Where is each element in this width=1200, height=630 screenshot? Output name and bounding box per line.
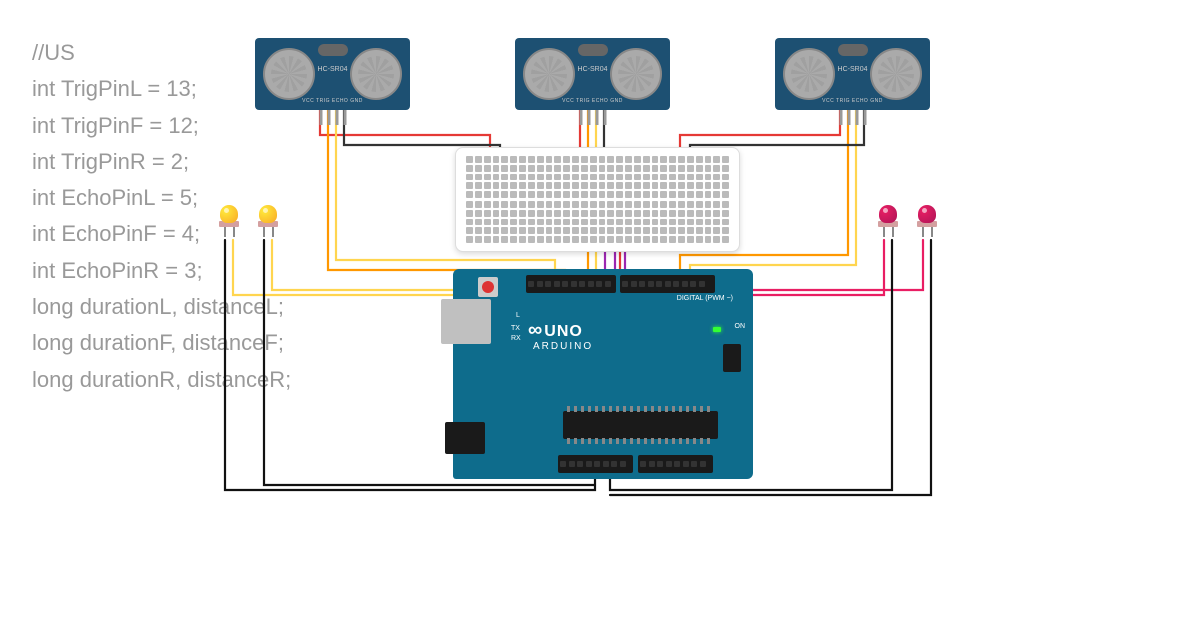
led-magenta-2[interactable] bbox=[918, 205, 936, 231]
crystal-icon bbox=[578, 44, 608, 56]
code-line: int TrigPinR = 2; bbox=[32, 144, 291, 180]
crystal-icon bbox=[838, 44, 868, 56]
sensor-pins: VCC TRIG ECHO GND bbox=[822, 98, 883, 104]
power-jack-icon bbox=[445, 422, 485, 454]
mini-breadboard[interactable] bbox=[455, 147, 740, 252]
led-legs bbox=[879, 227, 897, 237]
ultrasonic-sensor-right[interactable]: HC-SR04 VCC TRIG ECHO GND bbox=[775, 38, 930, 110]
ultrasonic-sensor-front[interactable]: HC-SR04 VCC TRIG ECHO GND bbox=[515, 38, 670, 110]
code-snippet: //US int TrigPinL = 13; int TrigPinF = 1… bbox=[32, 35, 291, 398]
led-legs bbox=[259, 227, 277, 237]
sensor-pin-legs bbox=[579, 110, 606, 125]
transducer-icon bbox=[783, 48, 835, 100]
breadboard-holes bbox=[466, 156, 729, 198]
power-pins-header[interactable] bbox=[558, 455, 633, 473]
ultrasonic-sensor-left[interactable]: HC-SR04 VCC TRIG ECHO GND bbox=[255, 38, 410, 110]
arduino-uno-board[interactable]: ∞UNO ARDUINO ON DIGITAL (PWM ~) L TXRX bbox=[453, 269, 753, 479]
atmega-chip-icon bbox=[563, 411, 718, 439]
crystal-icon bbox=[318, 44, 348, 56]
txrx-labels: TXRX bbox=[511, 324, 521, 344]
transducer-icon bbox=[610, 48, 662, 100]
breadboard-top-section bbox=[466, 156, 729, 198]
on-label: ON bbox=[735, 323, 746, 330]
digital-pins-header-2[interactable] bbox=[620, 275, 715, 293]
transducer-icon bbox=[350, 48, 402, 100]
code-line: long durationR, distanceR; bbox=[32, 362, 291, 398]
usb-port-icon bbox=[441, 299, 491, 344]
digital-pins-header-1[interactable] bbox=[526, 275, 616, 293]
sensor-pins: VCC TRIG ECHO GND bbox=[562, 98, 623, 104]
led-legs bbox=[220, 227, 238, 237]
code-line: //US bbox=[32, 35, 291, 71]
code-line: int EchoPinL = 5; bbox=[32, 180, 291, 216]
icsp-header bbox=[723, 344, 741, 372]
transducer-icon bbox=[870, 48, 922, 100]
reset-button[interactable] bbox=[478, 277, 498, 297]
l-led-label: L bbox=[516, 312, 520, 319]
sensor-pin-legs bbox=[319, 110, 346, 125]
arduino-logo: ∞UNO bbox=[528, 319, 583, 342]
transducer-icon bbox=[523, 48, 575, 100]
led-yellow-1[interactable] bbox=[220, 205, 238, 231]
code-line: long durationL, distanceL; bbox=[32, 289, 291, 325]
code-line: int TrigPinL = 13; bbox=[32, 71, 291, 107]
sensor-pin-legs bbox=[839, 110, 866, 125]
code-line: int TrigPinF = 12; bbox=[32, 108, 291, 144]
digital-label: DIGITAL (PWM ~) bbox=[677, 295, 733, 302]
sensor-model: HC-SR04 bbox=[318, 66, 348, 73]
code-line: int EchoPinF = 4; bbox=[32, 216, 291, 252]
led-magenta-1[interactable] bbox=[879, 205, 897, 231]
power-led-icon bbox=[713, 327, 721, 332]
led-bulb-icon bbox=[220, 205, 238, 223]
sensor-model: HC-SR04 bbox=[578, 66, 608, 73]
breadboard-holes bbox=[466, 201, 729, 243]
code-line: long durationF, distanceF; bbox=[32, 325, 291, 361]
arduino-brand: ARDUINO bbox=[533, 341, 593, 352]
analog-pins-header[interactable] bbox=[638, 455, 713, 473]
led-bulb-icon bbox=[259, 205, 277, 223]
led-bulb-icon bbox=[879, 205, 897, 223]
transducer-icon bbox=[263, 48, 315, 100]
code-line: int EchoPinR = 3; bbox=[32, 253, 291, 289]
led-legs bbox=[918, 227, 936, 237]
breadboard-bottom-section bbox=[466, 201, 729, 243]
led-yellow-2[interactable] bbox=[259, 205, 277, 231]
sensor-pins: VCC TRIG ECHO GND bbox=[302, 98, 363, 104]
led-bulb-icon bbox=[918, 205, 936, 223]
sensor-model: HC-SR04 bbox=[838, 66, 868, 73]
